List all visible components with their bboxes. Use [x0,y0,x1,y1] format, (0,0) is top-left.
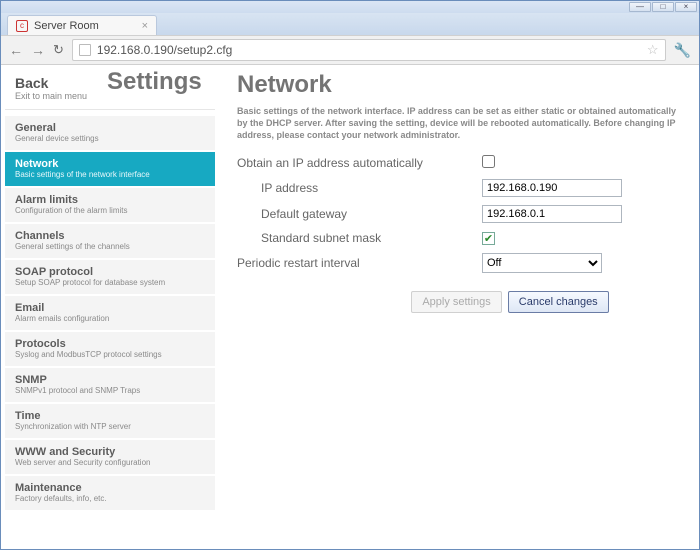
window-close-button[interactable]: × [675,2,697,12]
row-subnet: Standard subnet mask ✔ [237,231,683,245]
row-gateway: Default gateway [237,205,683,223]
browser-toolbar: ← → ↻ 192.168.0.190/setup2.cfg ☆ 🔧 [1,35,699,65]
sidebar-item-network[interactable]: Network Basic settings of the network in… [5,152,215,186]
page-content: Back Exit to main menu Settings General … [1,65,699,549]
checkbox-subnet-mask[interactable]: ✔ [482,232,495,245]
checkbox-obtain-auto[interactable] [482,155,495,168]
nav-title: Channels [15,230,207,242]
row-restart-interval: Periodic restart interval Off [237,253,683,273]
input-ip-address[interactable] [482,179,622,197]
window-maximize-button[interactable]: □ [652,2,674,12]
nav-title: Network [15,158,207,170]
sidebar-item-alarm-limits[interactable]: Alarm limits Configuration of the alarm … [5,188,215,222]
nav-title: Email [15,302,207,314]
nav-title: SOAP protocol [15,266,207,278]
favicon-icon: c [16,20,28,32]
nav-sub: General settings of the channels [15,242,207,251]
nav-sub: Alarm emails configuration [15,314,207,323]
sidebar-item-maintenance[interactable]: Maintenance Factory defaults, info, etc. [5,476,215,510]
nav-sub: Basic settings of the network interface [15,170,207,179]
back-link[interactable]: Back Exit to main menu [5,69,93,103]
sidebar-item-channels[interactable]: Channels General settings of the channel… [5,224,215,258]
tab-close-icon[interactable]: × [142,20,148,32]
row-ip-address: IP address [237,179,683,197]
window-minimize-button[interactable]: — [629,2,651,12]
forward-icon[interactable]: → [31,42,45,58]
select-restart-interval[interactable]: Off [482,253,602,273]
url-bar[interactable]: 192.168.0.190/setup2.cfg ☆ [72,39,666,61]
nav-sub: Configuration of the alarm limits [15,206,207,215]
window-titlebar: — □ × [1,1,699,13]
url-text: 192.168.0.190/setup2.cfg [97,43,232,57]
nav-sub: SNMPv1 protocol and SNMP Traps [15,386,207,395]
sidebar-item-protocols[interactable]: Protocols Syslog and ModbusTCP protocol … [5,332,215,366]
page-title: Network [237,71,683,99]
sidebar-item-email[interactable]: Email Alarm emails configuration [5,296,215,330]
nav-sub: Setup SOAP protocol for database system [15,278,207,287]
nav-sub: Synchronization with NTP server [15,422,207,431]
label-restart: Periodic restart interval [237,256,482,270]
sidebar-item-general[interactable]: General General device settings [5,116,215,150]
bookmark-star-icon[interactable]: ☆ [647,42,659,58]
back-sub: Exit to main menu [15,91,87,101]
nav-sub: Factory defaults, info, etc. [15,494,207,503]
button-row: Apply settings Cancel changes [237,291,683,313]
nav-title: Maintenance [15,482,207,494]
back-icon[interactable]: ← [9,42,23,58]
nav-title: WWW and Security [15,446,207,458]
nav-title: SNMP [15,374,207,386]
nav-title: Protocols [15,338,207,350]
label-obtain-auto: Obtain an IP address automatically [237,156,482,170]
nav-sub: General device settings [15,134,207,143]
tab-title: Server Room [34,20,99,32]
sidebar-item-www-security[interactable]: WWW and Security Web server and Security… [5,440,215,474]
page-description: Basic settings of the network interface.… [237,105,683,141]
main-panel: Network Basic settings of the network in… [219,65,699,549]
nav-title: Time [15,410,207,422]
browser-tab[interactable]: c Server Room × [7,15,157,35]
sidebar-heading: Settings [93,69,215,95]
back-title: Back [15,75,87,91]
label-subnet: Standard subnet mask [237,231,482,245]
cancel-changes-button[interactable]: Cancel changes [508,291,609,313]
sidebar-nav: General General device settings Network … [5,116,219,510]
nav-sub: Web server and Security configuration [15,458,207,467]
nav-sub: Syslog and ModbusTCP protocol settings [15,350,207,359]
label-gateway: Default gateway [237,207,482,221]
tab-strip: c Server Room × [1,13,699,35]
sidebar-item-soap[interactable]: SOAP protocol Setup SOAP protocol for da… [5,260,215,294]
sidebar: Back Exit to main menu Settings General … [1,65,219,549]
site-icon [79,44,91,56]
nav-title: General [15,122,207,134]
label-ip: IP address [237,181,482,195]
input-default-gateway[interactable] [482,205,622,223]
wrench-menu-icon[interactable]: 🔧 [674,42,691,59]
browser-window: — □ × c Server Room × ← → ↻ 192.168.0.19… [0,0,700,550]
sidebar-item-time[interactable]: Time Synchronization with NTP server [5,404,215,438]
sidebar-item-snmp[interactable]: SNMP SNMPv1 protocol and SNMP Traps [5,368,215,402]
reload-icon[interactable]: ↻ [53,42,64,58]
nav-title: Alarm limits [15,194,207,206]
apply-settings-button[interactable]: Apply settings [411,291,501,313]
row-obtain-auto: Obtain an IP address automatically [237,155,683,171]
